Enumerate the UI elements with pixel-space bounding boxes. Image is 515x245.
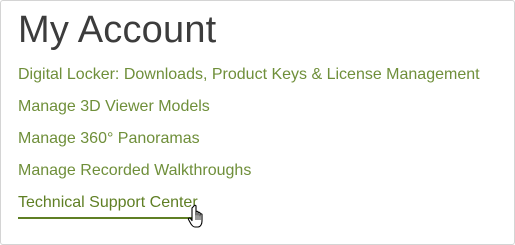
list-item: Technical Support Center: [18, 191, 480, 223]
list-item: Manage 3D Viewer Models: [18, 95, 480, 127]
link-manage-360-panoramas[interactable]: Manage 360° Panoramas: [18, 127, 200, 151]
list-item: Manage Recorded Walkthroughs: [18, 159, 480, 191]
hand-pointer-icon: [187, 204, 203, 228]
link-manage-3d-viewer-models[interactable]: Manage 3D Viewer Models: [18, 95, 210, 119]
list-item: Digital Locker: Downloads, Product Keys …: [18, 63, 480, 95]
link-digital-locker[interactable]: Digital Locker: Downloads, Product Keys …: [18, 63, 480, 87]
list-item: Manage 360° Panoramas: [18, 127, 480, 159]
link-manage-recorded-walkthroughs[interactable]: Manage Recorded Walkthroughs: [18, 159, 251, 183]
account-panel: My Account Digital Locker: Downloads, Pr…: [0, 0, 515, 245]
link-technical-support-center[interactable]: Technical Support Center: [18, 191, 200, 219]
account-links-list: Digital Locker: Downloads, Product Keys …: [18, 63, 480, 223]
page-title: My Account: [18, 9, 217, 51]
